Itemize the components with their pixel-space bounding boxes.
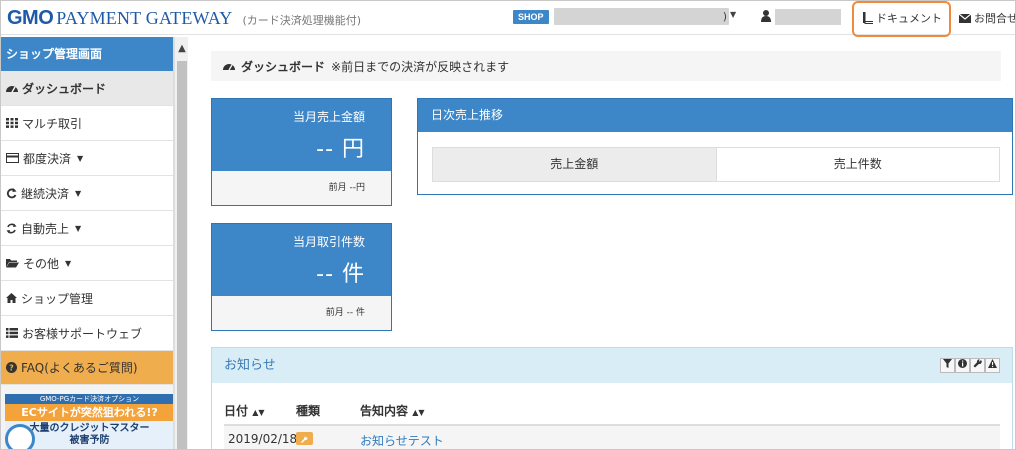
column-header-content[interactable]: 告知内容 ▲▼ bbox=[360, 402, 425, 419]
wrench-icon bbox=[296, 432, 313, 445]
table-row: 2019/02/18 お知らせテスト bbox=[224, 426, 1000, 449]
news-toolbar bbox=[940, 358, 1000, 373]
top-header: GMO PAYMENT GATEWAY (カード決済処理機能付) SHOP ) … bbox=[1, 1, 1016, 37]
sidebar-item-label: マルチ取引 bbox=[22, 116, 83, 131]
envelope-icon bbox=[959, 13, 971, 23]
document-link-label: ドキュメント bbox=[876, 12, 942, 25]
monthly-sales-label: 当月売上金額 bbox=[292, 110, 365, 124]
caret-down-icon: ▼ bbox=[65, 258, 72, 268]
page-note: ※前日までの決済が反映されます bbox=[331, 59, 510, 74]
monthly-count-card: 当月取引件数 -- 件 前月 -- 件 bbox=[211, 223, 392, 331]
column-header-date[interactable]: 日付 ▲▼ bbox=[224, 402, 265, 419]
caret-down-icon: ▼ bbox=[75, 223, 82, 233]
dashboard-icon bbox=[223, 64, 235, 71]
news-panel: お知らせ 日付 ▲▼ 種類 告知内容 ▲▼ 2019/02/18 お知らせテスト bbox=[211, 347, 1013, 449]
warning-icon[interactable] bbox=[985, 358, 1000, 373]
sidebar-item-label: 継続決済 bbox=[21, 186, 70, 201]
monthly-sales-card: 当月売上金額 -- 円 前月 --円 bbox=[211, 98, 392, 206]
svg-text:?: ? bbox=[9, 364, 14, 373]
sidebar-item-customer-support[interactable]: お客様サポートウェブ bbox=[1, 316, 173, 351]
wrench-icon[interactable] bbox=[970, 358, 985, 373]
news-content-link[interactable]: お知らせテスト bbox=[360, 432, 444, 449]
dashboard-icon bbox=[6, 86, 18, 93]
sidebar-item-one-time-payment[interactable]: 都度決済 ▼ bbox=[1, 141, 173, 176]
news-date: 2019/02/18 bbox=[228, 432, 298, 446]
folder-icon bbox=[6, 259, 19, 268]
refresh-icon bbox=[6, 223, 17, 233]
banner-headline: ECサイトが突然狙われる!? bbox=[5, 404, 173, 421]
sidebar-item-multi-transaction[interactable]: マルチ取引 bbox=[1, 106, 173, 141]
scroll-thumb[interactable] bbox=[177, 61, 187, 449]
question-icon: ? bbox=[6, 362, 17, 373]
sidebar-item-label: 都度決済 bbox=[23, 151, 72, 166]
caret-down-icon: ▼ bbox=[75, 188, 82, 198]
page-title: ダッシュボード bbox=[241, 59, 326, 74]
shop-badge: SHOP bbox=[513, 10, 549, 24]
credit-card-icon bbox=[6, 153, 19, 163]
document-link[interactable]: ドキュメント bbox=[863, 10, 942, 26]
list-icon bbox=[6, 328, 18, 338]
banner-logo-circle bbox=[5, 424, 35, 449]
user-icon bbox=[761, 10, 771, 22]
column-header-date-label: 日付 bbox=[224, 404, 249, 418]
sidebar-item-recurring-payment[interactable]: 継続決済 ▼ bbox=[1, 176, 173, 211]
news-header: お知らせ bbox=[212, 348, 1012, 383]
promo-banner[interactable]: GMO-PGカード決済オプション ECサイトが突然狙われる!? 大量のクレジット… bbox=[5, 394, 173, 449]
sidebar-item-auto-sales[interactable]: 自動売上 ▼ bbox=[1, 211, 173, 246]
column-header-type: 種類 bbox=[296, 404, 321, 418]
sidebar-item-label: その他 bbox=[23, 256, 60, 271]
sidebar-item-label: ショップ管理 bbox=[21, 291, 94, 306]
caret-down-icon: ▼ bbox=[77, 153, 84, 163]
app-window: GMO PAYMENT GATEWAY (カード決済処理機能付) SHOP ) … bbox=[0, 0, 1016, 450]
tab-sales-amount[interactable]: 売上金額 bbox=[433, 148, 717, 181]
sidebar-item-shop-management[interactable]: ショップ管理 bbox=[1, 281, 173, 316]
logo-payment-gateway-text: PAYMENT GATEWAY bbox=[56, 8, 233, 28]
tab-sales-count[interactable]: 売上件数 bbox=[716, 148, 999, 181]
monthly-sales-prev: 前月 --円 bbox=[212, 171, 391, 205]
sort-icon: ▲▼ bbox=[252, 408, 265, 417]
breadcrumb: ダッシュボード ※前日までの決済が反映されます bbox=[211, 51, 1001, 81]
info-icon[interactable] bbox=[955, 358, 970, 373]
monthly-count-prev: 前月 -- 件 bbox=[212, 296, 391, 330]
contact-link[interactable]: お問合せ bbox=[959, 10, 1016, 26]
book-icon bbox=[863, 12, 873, 24]
filter-icon[interactable] bbox=[940, 358, 955, 373]
home-icon bbox=[6, 293, 17, 303]
logo-subtitle: (カード決済処理機能付) bbox=[242, 14, 362, 27]
daily-sales-panel: 日次売上推移 売上金額 売上件数 bbox=[417, 98, 1013, 195]
banner-top-text: GMO-PGカード決済オプション bbox=[5, 394, 173, 404]
monthly-count-label: 当月取引件数 bbox=[292, 235, 365, 249]
sidebar: ショップ管理画面 ダッシュボード マルチ取引 都度決済 ▼ 継続決済 ▼ 自動売… bbox=[1, 37, 174, 449]
repeat-icon bbox=[6, 187, 17, 198]
column-header-content-label: 告知内容 bbox=[360, 404, 409, 418]
monthly-count-value: -- 件 bbox=[316, 262, 365, 287]
shop-select-suffix: ) bbox=[722, 10, 727, 23]
scroll-up-icon[interactable]: ▲ bbox=[175, 43, 189, 55]
brand-logo[interactable]: GMO PAYMENT GATEWAY (カード決済処理機能付) bbox=[7, 7, 361, 29]
contact-link-label: お問合せ bbox=[974, 12, 1016, 25]
sidebar-title: ショップ管理画面 bbox=[1, 37, 173, 71]
daily-sales-tabs: 売上金額 売上件数 bbox=[432, 147, 1000, 182]
sidebar-item-label: 自動売上 bbox=[21, 221, 70, 236]
sidebar-scrollbar[interactable]: ▲ bbox=[174, 37, 189, 449]
sidebar-item-label: ダッシュボード bbox=[22, 81, 107, 96]
shop-select[interactable]: ) bbox=[554, 8, 729, 25]
monthly-sales-value: -- 円 bbox=[316, 137, 365, 162]
caret-down-icon[interactable]: ▼ bbox=[730, 10, 736, 19]
sidebar-item-label: お客様サポートウェブ bbox=[22, 326, 143, 341]
sidebar-item-label: FAQ(よくあるご質問) bbox=[21, 361, 138, 375]
sort-icon: ▲▼ bbox=[412, 408, 425, 417]
sidebar-item-other[interactable]: その他 ▼ bbox=[1, 246, 173, 281]
sidebar-item-dashboard[interactable]: ダッシュボード bbox=[1, 71, 173, 106]
news-title: お知らせ bbox=[224, 358, 276, 373]
sidebar-item-faq[interactable]: ? FAQ(よくあるご質問) bbox=[1, 351, 173, 385]
daily-sales-title: 日次売上推移 bbox=[418, 99, 1012, 132]
user-name-menu[interactable] bbox=[775, 9, 841, 25]
logo-gmo-text: GMO bbox=[7, 7, 54, 29]
main-content: ダッシュボード ※前日までの決済が反映されます 当月売上金額 -- 円 前月 -… bbox=[189, 37, 1015, 449]
grid-icon bbox=[6, 118, 18, 128]
